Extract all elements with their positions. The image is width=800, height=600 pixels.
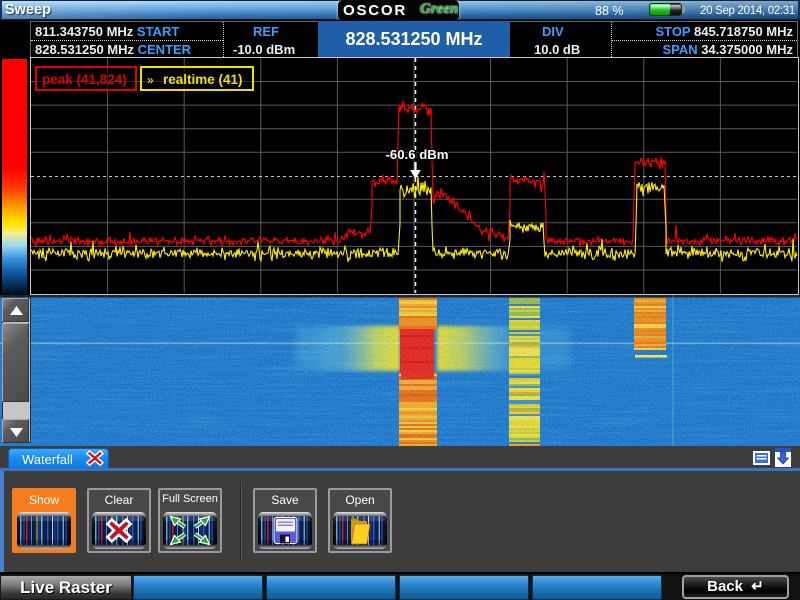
svg-text:peak (41,824): peak (41,824) bbox=[42, 72, 127, 87]
svg-text:»: » bbox=[147, 73, 154, 87]
svg-text:-60.6 dBm: -60.6 dBm bbox=[385, 147, 448, 162]
svg-text:realtime (41): realtime (41) bbox=[163, 72, 243, 87]
